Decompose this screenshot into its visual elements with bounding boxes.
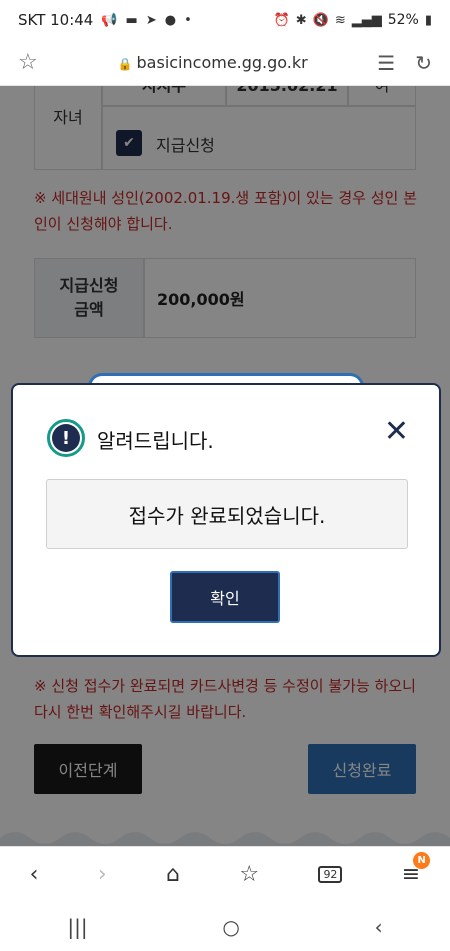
mute-icon: 🔇 [312,12,329,28]
dialog-message: 접수가 완료되었습니다. [46,479,408,549]
wifi-icon: ≋ [334,12,346,28]
back-icon[interactable]: ‹ [30,862,39,887]
signal-icon: ▂▄▆ [351,12,382,28]
system-nav-bar: ||| ○ ‹ [0,902,450,951]
confirm-button[interactable]: 확인 [170,571,280,623]
talk-icon: ● [164,12,177,28]
address-field[interactable]: 🔒 basicincome.gg.go.kr [48,53,377,72]
bookmarks-icon[interactable]: ☆ [239,862,259,887]
megaphone-icon: 📢 [101,12,118,28]
recent-apps-icon[interactable]: ||| [67,915,87,939]
bookmark-star-icon[interactable]: ☆ [18,50,48,75]
notification-badge: N [413,852,431,869]
alert-icon: ! [47,419,85,457]
carrier-time: SKT 10:44 [18,11,94,29]
reload-icon[interactable]: ↻ [415,51,432,75]
url-bar: ☆ 🔒 basicincome.gg.go.kr ☰ ↻ [0,40,450,86]
system-back-icon[interactable]: ‹ [375,915,383,939]
browser-toolbar: ‹ › ⌂ ☆ 92 ≡ N [0,846,450,902]
bluetooth-icon: ✱ [295,12,307,28]
menu-icon[interactable]: ≡ N [402,852,431,887]
reader-mode-icon[interactable]: ☰ [377,51,395,75]
forward-icon[interactable]: › [98,862,107,887]
lock-icon: 🔒 [117,57,133,71]
telegram-icon: ➤ [145,12,157,28]
message-icon: ▬ [125,12,138,28]
tabs-icon[interactable]: 92 [318,866,343,883]
dot-icon: • [184,12,192,28]
alert-dialog: ! 알려드립니다. ✕ 접수가 완료되었습니다. 확인 [11,383,441,657]
home-icon[interactable]: ⌂ [166,862,180,887]
home-circle-icon[interactable]: ○ [222,915,239,939]
dialog-title: 알려드립니다. [97,429,214,453]
battery-percent: 52% [387,12,419,28]
close-icon[interactable]: ✕ [384,417,409,447]
status-bar: SKT 10:44 📢 ▬ ➤ ● • ⏰ ✱ 🔇 ≋ ▂▄▆ 52% ▮ [0,0,450,40]
battery-icon: ▮ [424,12,432,28]
url-text: basicincome.gg.go.kr [136,53,308,72]
alarm-icon: ⏰ [273,12,290,28]
